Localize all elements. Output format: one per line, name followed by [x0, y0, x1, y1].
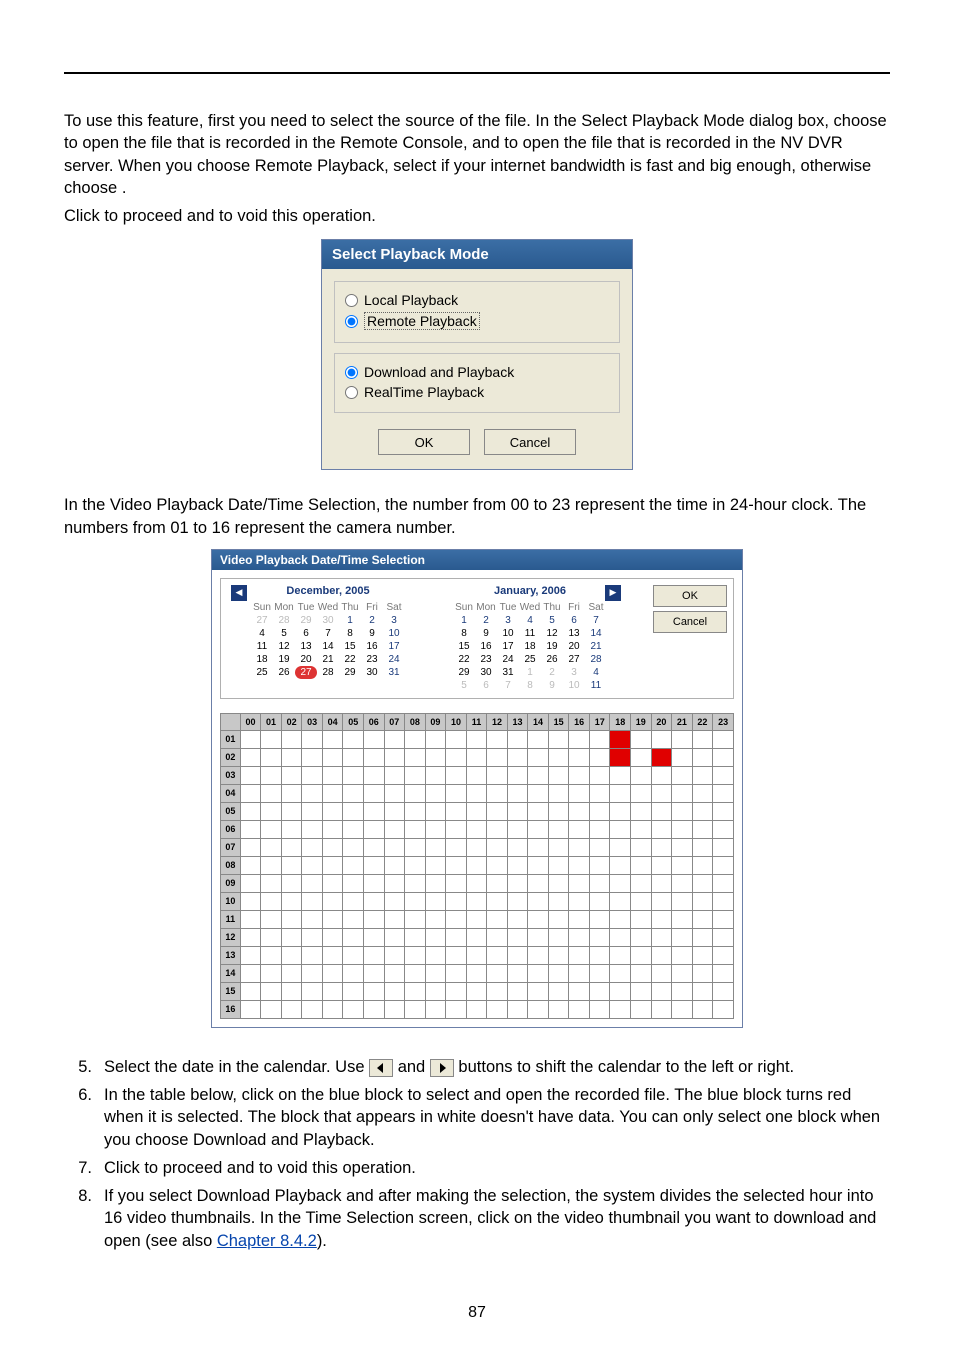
arrow-right-icon: [430, 1059, 454, 1077]
paragraph-3: In the Video Playback Date/Time Selectio…: [64, 494, 890, 539]
calendar-next-button[interactable]: ▶: [605, 585, 621, 601]
page-number: 87: [0, 1304, 954, 1322]
realtime-playback-radio[interactable]: RealTime Playback: [345, 382, 609, 402]
local-playback-radio[interactable]: Local Playback: [345, 290, 609, 310]
paragraph-1: To use this feature, first you need to s…: [64, 110, 890, 199]
step-5: Select the date in the calendar. Use and…: [104, 1056, 794, 1078]
calendar-prev-button[interactable]: ◀: [231, 585, 247, 601]
calendar-left[interactable]: December, 2005 SunMonTueWedThuFriSat2728…: [227, 585, 429, 692]
chapter-link[interactable]: Chapter 8.4.2: [217, 1232, 317, 1250]
vpd-title: Video Playback Date/Time Selection: [212, 550, 742, 570]
playback-method-group: Download and Playback RealTime Playback: [334, 353, 620, 413]
step-8: If you select Download Playback and afte…: [104, 1185, 890, 1252]
remote-playback-radio[interactable]: Remote Playback: [345, 310, 609, 332]
ok-button[interactable]: OK: [378, 429, 470, 455]
video-playback-datetime-dialog: Video Playback Date/Time Selection ◀ ▶ O…: [211, 549, 743, 1028]
playback-source-group: Local Playback Remote Playback: [334, 281, 620, 343]
step-6: In the table below, click on the blue bl…: [104, 1084, 890, 1151]
arrow-left-icon: [369, 1059, 393, 1077]
horizontal-rule: [64, 72, 890, 74]
vpd-ok-button[interactable]: OK: [653, 585, 727, 607]
dialog-title: Select Playback Mode: [322, 240, 632, 269]
calendar-wrap: ◀ ▶ OK Cancel December, 2005 SunMonTueWe…: [220, 578, 734, 699]
paragraph-2: Click to proceed and to void this operat…: [64, 205, 890, 227]
camera-hour-grid[interactable]: 0001020304050607080910111213141516171819…: [220, 713, 734, 1019]
select-playback-mode-dialog: Select Playback Mode Local Playback Remo…: [321, 239, 633, 470]
download-playback-radio[interactable]: Download and Playback: [345, 362, 609, 382]
cancel-button[interactable]: Cancel: [484, 429, 576, 455]
step-7: Click to proceed and to void this operat…: [104, 1157, 416, 1179]
vpd-cancel-button[interactable]: Cancel: [653, 611, 727, 633]
